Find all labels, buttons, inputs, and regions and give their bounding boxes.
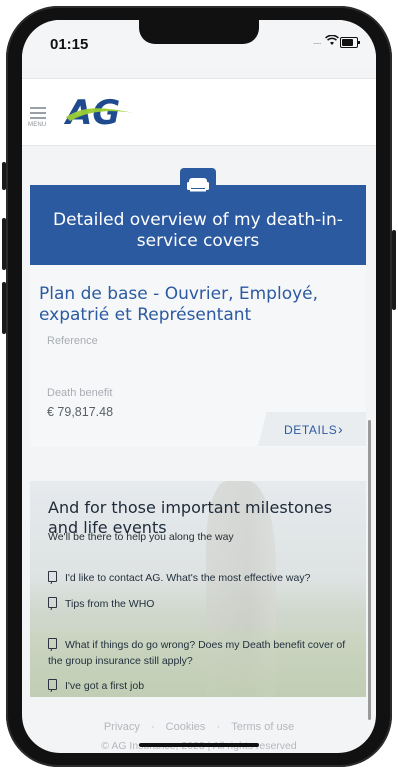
reference-label: Reference: [47, 335, 98, 347]
footer-separator: ·: [216, 721, 221, 733]
note-icon: [48, 638, 57, 649]
footer-separator: ·: [150, 721, 155, 733]
app-header: MENU AG: [22, 78, 376, 146]
milestone-link[interactable]: What if things do go wrong? Does my Deat…: [48, 637, 348, 669]
hamburger-icon: [30, 107, 46, 109]
battery-icon: [340, 37, 360, 48]
milestone-link-label[interactable]: What if things do go wrong? Does my Deat…: [48, 639, 345, 667]
cookies-link[interactable]: Cookies: [166, 721, 206, 733]
cover-banner-title: Detailed overview of my death-in-service…: [53, 210, 343, 251]
terms-link[interactable]: Terms of use: [231, 721, 294, 733]
phone-screen: 01:15 ..... MENU AG Detailed overview of…: [22, 20, 376, 753]
status-time: 01:15: [50, 36, 89, 53]
signal-icon: .....: [313, 36, 321, 46]
milestone-link-label[interactable]: I'd like to contact AG. What's the most …: [65, 572, 310, 584]
milestone-link[interactable]: I'd like to contact AG. What's the most …: [48, 570, 348, 586]
note-icon: [48, 597, 57, 608]
menu-button[interactable]: MENU: [28, 107, 50, 129]
chevron-right-icon[interactable]: ›: [338, 421, 343, 437]
hamburger-line: [30, 117, 46, 119]
milestone-link-label[interactable]: Tips from the WHO: [65, 598, 154, 610]
armchair-icon: [187, 178, 209, 192]
camera-notch: [139, 20, 259, 44]
home-indicator[interactable]: [139, 743, 259, 747]
ag-logo[interactable]: AG: [64, 93, 136, 129]
death-benefit-label: Death benefit: [47, 387, 113, 399]
sofa-icon-badge: [180, 168, 216, 200]
hamburger-line: [30, 112, 46, 114]
details-button-label[interactable]: DETAILS: [284, 423, 337, 437]
mute-switch: [2, 162, 6, 190]
volume-up-button: [2, 218, 6, 270]
volume-down-button: [2, 282, 6, 334]
footer-links: Privacy · Cookies · Terms of use: [22, 721, 376, 733]
privacy-link[interactable]: Privacy: [104, 721, 140, 733]
note-icon: [48, 679, 57, 690]
scrollbar[interactable]: [368, 420, 371, 720]
note-icon: [48, 571, 57, 582]
milestone-link-label[interactable]: I've got a first job: [65, 680, 144, 692]
plan-title: Plan de base - Ouvrier, Employé, expatri…: [39, 284, 319, 325]
menu-label: MENU: [28, 122, 47, 128]
power-button: [392, 230, 396, 310]
death-benefit-value: € 79,817.48: [47, 405, 114, 419]
milestone-link[interactable]: I've got a first job: [48, 678, 348, 694]
wifi-icon: [325, 35, 339, 45]
milestone-link[interactable]: Tips from the WHO: [48, 596, 348, 612]
milestones-subtitle: We'll be there to help you along the way: [48, 531, 234, 543]
